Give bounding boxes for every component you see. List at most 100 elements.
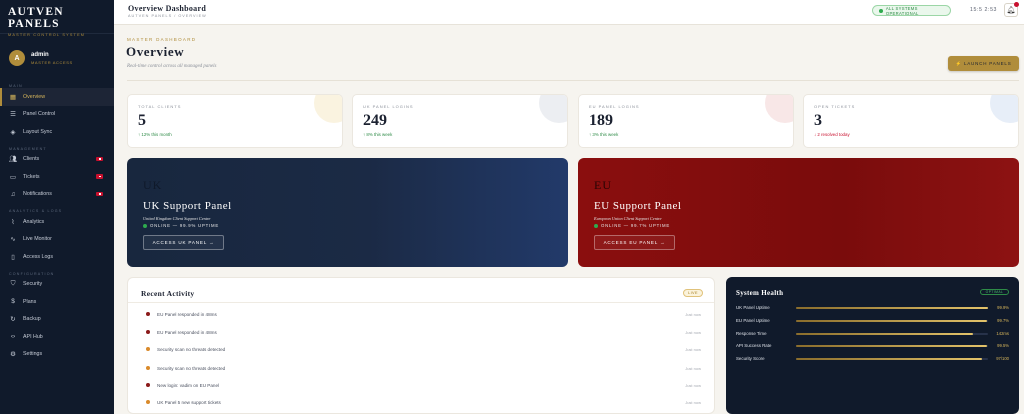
- sidebar-item-security[interactable]: ⛉ Security: [0, 276, 114, 294]
- system-status-text: ALL SYSTEMS OPERATIONAL: [885, 5, 919, 16]
- notification-badge: [96, 156, 103, 161]
- stat-value: 189: [589, 112, 613, 129]
- list-item: New login: vadim on EU Panel Just now: [146, 381, 701, 389]
- stat-card-open-tickets: OPEN TICKETS 3 ↓ 2 resolved today: [803, 94, 1019, 148]
- sidebar-item-label: Access Logs: [23, 253, 54, 260]
- brand-subtitle: MASTER CONTROL SYSTEM: [8, 33, 86, 37]
- sidebar-item-label: Analytics: [23, 218, 45, 225]
- sidebar-item-backup[interactable]: ↻ Backup: [0, 311, 114, 329]
- sidebar-item-label: Live Monitor: [23, 236, 52, 243]
- sidebar-item-notifications[interactable]: ♫ Notifications: [0, 186, 114, 204]
- sidebar-item-label: Tickets: [23, 173, 40, 180]
- access-eu-panel-button[interactable]: ACCESS EU PANEL →: [594, 235, 675, 250]
- sidebar-item-tickets[interactable]: ▭ Tickets: [0, 168, 114, 186]
- access-uk-panel-button[interactable]: ACCESS UK PANEL →: [143, 235, 224, 250]
- metric-bar: [796, 307, 988, 309]
- status-dot-icon: [594, 223, 598, 228]
- list-item: UK Panel 5 new support tickets Just now: [146, 398, 701, 406]
- layers-icon: ◈: [10, 128, 16, 136]
- sidebar-item-plans[interactable]: $ Plans: [0, 293, 114, 311]
- sidebar: AUTVEN PANELS MASTER CONTROL SYSTEM A ad…: [0, 0, 114, 414]
- ticket-icon: ▭: [9, 173, 17, 181]
- sidebar-item-live-monitor[interactable]: ∿ Live Monitor: [0, 231, 114, 249]
- stat-trend: ↑ 12% this month: [138, 132, 172, 137]
- stat-trend: ↑ 3% this week: [589, 132, 619, 137]
- notification-badge: [96, 174, 103, 179]
- dollar-icon: $: [11, 298, 15, 306]
- launch-panels-button[interactable]: ⚡ LAUNCH PANELS: [948, 56, 1019, 71]
- grid-icon: ▦: [9, 93, 17, 101]
- metric-value: 99.7%: [997, 318, 1009, 323]
- page-subtitle: Real-time control across all managed pan…: [127, 64, 217, 69]
- activity-dot-icon: [146, 312, 150, 316]
- metric-bar-fill: [796, 333, 973, 335]
- stat-label: TOTAL CLIENTS: [138, 104, 182, 109]
- sidebar-item-panel-control[interactable]: ☰ Panel Control: [0, 106, 114, 124]
- sidebar-item-label: Plans: [23, 298, 37, 305]
- stat-value: 5: [138, 112, 146, 129]
- sidebar-item-analytics[interactable]: ⌇ Analytics: [0, 213, 114, 231]
- activity-text: EU Panel responded in 48ms: [157, 311, 217, 317]
- metric-bar: [796, 320, 988, 322]
- panel-status: ONLINE — 99.7% UPTIME: [594, 223, 670, 228]
- sidebar-item-layout-sync[interactable]: ◈ Layout Sync: [0, 123, 114, 141]
- recent-activity-card: Recent Activity LIVE EU Panel responded …: [127, 277, 715, 414]
- stat-decoration: [539, 95, 567, 123]
- activity-dot-icon: [146, 400, 150, 404]
- sidebar-item-clients[interactable]: 👥︎ Clients: [0, 151, 114, 169]
- metric-value: 142ms: [996, 331, 1009, 336]
- activity-time: Just now: [685, 365, 701, 371]
- breadcrumb: AUTVEN PANELS / OVERVIEW: [128, 14, 207, 18]
- stat-card-eu-logins: EU PANEL LOGINS 189 ↑ 3% this week: [578, 94, 794, 148]
- health-metric: API Success Rate 99.5%: [736, 343, 1009, 349]
- metric-bar-fill: [796, 345, 988, 347]
- metric-bar: [796, 333, 988, 335]
- panel-code: UK: [143, 178, 163, 192]
- metric-value: 99.5%: [997, 343, 1009, 348]
- metric-bar-fill: [796, 307, 988, 309]
- metric-bar: [796, 358, 988, 360]
- activity-text: EU Panel responded in 48ms: [157, 329, 217, 335]
- file-icon: ▯: [11, 253, 15, 261]
- brand-title: AUTVEN PANELS: [8, 6, 64, 30]
- list-item: EU Panel responded in 48ms Just now: [146, 328, 701, 336]
- bell-icon: 🔔︎: [1006, 7, 1016, 14]
- uk-panel-card: UK UK Support Panel United Kingdom Clien…: [127, 158, 568, 267]
- divider: [128, 302, 714, 303]
- metric-label: Response Time: [736, 331, 767, 336]
- sidebar-item-label: Overview: [23, 93, 46, 100]
- sidebar-item-label: Settings: [23, 351, 43, 358]
- sidebar-item-settings[interactable]: ⚙ Settings: [0, 346, 114, 364]
- activity-dot-icon: [146, 330, 150, 334]
- live-badge: LIVE: [683, 289, 703, 297]
- activity-text: Security scan no threats detected: [157, 346, 226, 352]
- activity-time: Just now: [685, 382, 701, 388]
- status-dot-icon: [143, 223, 147, 228]
- topbar-title: Overview Dashboard: [128, 4, 207, 13]
- user-role: MASTER ACCESS: [31, 59, 73, 65]
- sidebar-item-api-hub[interactable]: ‹› API Hub: [0, 328, 114, 346]
- health-title: System Health: [736, 289, 784, 297]
- sidebar-item-label: Panel Control: [23, 111, 56, 118]
- stat-card-total-clients: TOTAL CLIENTS 5 ↑ 12% this month: [127, 94, 343, 148]
- activity-dot-icon: [146, 366, 150, 370]
- activity-time: Just now: [685, 329, 701, 335]
- activity-time: Just now: [685, 346, 701, 352]
- list-item: EU Panel responded in 48ms Just now: [146, 310, 701, 318]
- metric-label: API Success Rate: [736, 343, 772, 348]
- users-icon: 👥︎: [8, 156, 18, 164]
- activity-time: Just now: [685, 399, 701, 405]
- activity-time: Just now: [685, 311, 701, 317]
- avatar: A: [9, 50, 25, 66]
- sidebar-item-label: Clients: [23, 156, 40, 163]
- sidebar-item-access-logs[interactable]: ▯ Access Logs: [0, 248, 114, 266]
- sidebar-item-label: Security: [23, 281, 43, 288]
- sidebar-item-overview[interactable]: ▦ Overview: [0, 88, 114, 106]
- optimal-badge: OPTIMAL: [980, 289, 1009, 295]
- user-profile[interactable]: A admin MASTER ACCESS: [0, 40, 114, 76]
- bell-icon: ♫: [10, 190, 16, 198]
- activity-dot-icon: [146, 347, 150, 351]
- notifications-button[interactable]: 🔔︎: [1004, 2, 1019, 17]
- stat-label: OPEN TICKETS: [814, 104, 856, 109]
- metric-bar-fill: [796, 358, 983, 360]
